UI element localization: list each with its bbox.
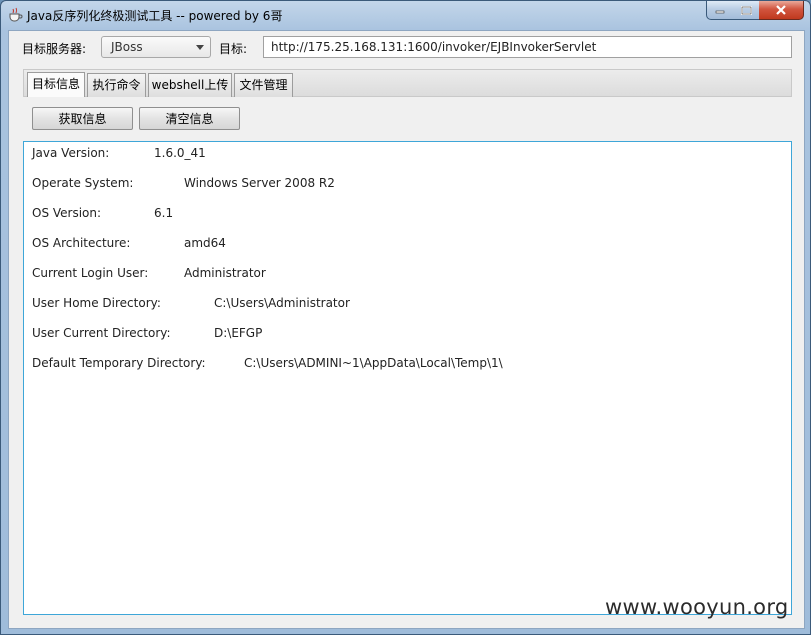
maximize-button[interactable] [733, 1, 760, 20]
server-select[interactable]: JBoss [101, 36, 211, 58]
close-icon [776, 5, 786, 15]
info-value: 1.6.0_41 [154, 146, 206, 160]
info-key: Java Version: [32, 146, 110, 160]
minimize-icon [715, 10, 725, 14]
window-title: Java反序列化终极测试工具 -- powered by 6哥 [27, 9, 283, 23]
tab-file-manager[interactable]: 文件管理 [234, 73, 293, 97]
tab-execute-command[interactable]: 执行命令 [87, 73, 146, 97]
info-key: Operate System: [32, 176, 134, 190]
target-label: 目标: [219, 42, 248, 56]
chevron-down-icon [196, 45, 204, 50]
minimize-button[interactable] [706, 1, 734, 20]
info-key: Default Temporary Directory: [32, 356, 206, 370]
info-key: Current Login User: [32, 266, 149, 280]
watermark: www.wooyun.org [605, 595, 789, 619]
app-window: Java反序列化终极测试工具 -- powered by 6哥 目标服务器: J… [0, 0, 811, 635]
client-area: 目标服务器: JBoss 目标: 目标信息 执行命令 webshell上传 文件… [8, 30, 805, 629]
server-select-value: JBoss [111, 40, 143, 54]
java-cup-icon [9, 7, 23, 22]
info-value: D:\EFGP [214, 326, 263, 340]
info-value: 6.1 [154, 206, 174, 220]
info-value: Administrator [184, 266, 266, 280]
info-key: OS Version: [32, 206, 102, 220]
server-label: 目标服务器: [22, 42, 87, 56]
clear-info-button[interactable]: 清空信息 [139, 107, 240, 130]
info-value: C:\Users\ADMINI~1\AppData\Local\Temp\1\ [244, 356, 503, 370]
target-url-input[interactable] [263, 36, 792, 58]
info-key: User Current Directory: [32, 326, 171, 340]
tab-webshell-upload[interactable]: webshell上传 [148, 73, 232, 97]
info-output-area[interactable]: Java Version: 1.6.0_41 Operate System: W… [23, 141, 792, 615]
info-value: C:\Users\Administrator [214, 296, 350, 310]
info-key: User Home Directory: [32, 296, 161, 310]
tab-target-info[interactable]: 目标信息 [27, 72, 85, 98]
info-value: Windows Server 2008 R2 [184, 176, 335, 190]
info-key: OS Architecture: [32, 236, 131, 250]
get-info-button[interactable]: 获取信息 [32, 107, 133, 130]
info-value: amd64 [184, 236, 226, 250]
title-bar[interactable]: Java反序列化终极测试工具 -- powered by 6哥 [1, 1, 810, 29]
maximize-icon [740, 5, 752, 15]
close-button[interactable] [759, 1, 804, 20]
